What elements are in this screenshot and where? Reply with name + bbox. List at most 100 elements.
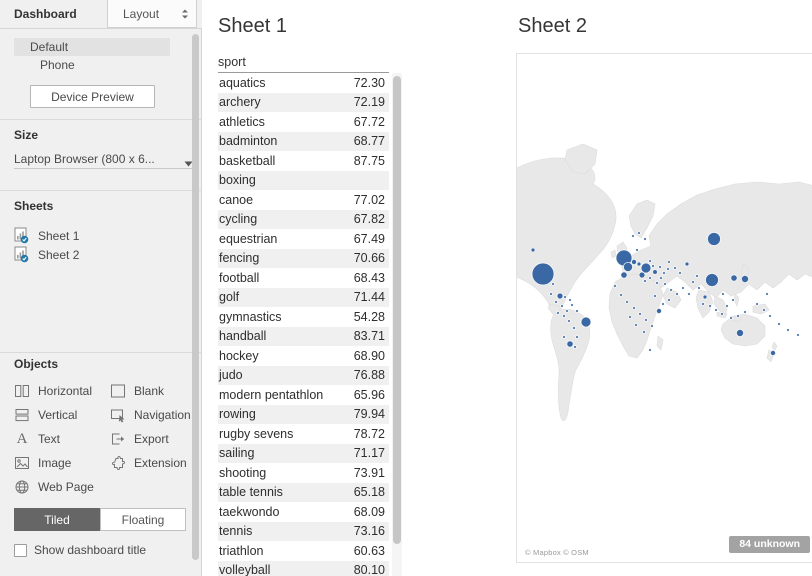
map-bubble[interactable] bbox=[778, 323, 781, 326]
map-bubble[interactable] bbox=[797, 334, 800, 337]
map-bubble[interactable] bbox=[652, 265, 655, 268]
tiled-button[interactable]: Tiled bbox=[14, 508, 100, 531]
map-bubble[interactable] bbox=[620, 294, 623, 297]
map-bubble[interactable] bbox=[679, 272, 682, 275]
table-row[interactable]: badminton68.77 bbox=[218, 132, 389, 152]
table-row[interactable]: volleyball80.10 bbox=[218, 561, 389, 576]
map-bubble[interactable] bbox=[668, 299, 671, 302]
map-bubble[interactable] bbox=[644, 238, 647, 241]
table-row[interactable]: sailing71.17 bbox=[218, 444, 389, 464]
checkbox-unchecked[interactable] bbox=[14, 544, 27, 557]
sport-column-header[interactable]: sport bbox=[218, 55, 389, 69]
map-bubble[interactable] bbox=[532, 263, 554, 285]
map-bubble[interactable] bbox=[563, 336, 566, 339]
table-scrollbar[interactable] bbox=[392, 73, 402, 576]
table-row[interactable]: handball83.71 bbox=[218, 327, 389, 347]
map-bubble[interactable] bbox=[731, 275, 737, 281]
map-bubble[interactable] bbox=[667, 268, 670, 271]
world-map[interactable]: © Mapbox © OSM 84 unknown bbox=[516, 53, 812, 563]
table-row[interactable]: boxing bbox=[218, 171, 389, 191]
table-row[interactable]: athletics67.72 bbox=[218, 112, 389, 132]
map-bubble[interactable] bbox=[715, 309, 718, 312]
map-bubble[interactable] bbox=[641, 263, 651, 273]
sidebar-scrollbar-thumb[interactable] bbox=[192, 34, 199, 560]
map-bubble[interactable] bbox=[682, 287, 685, 290]
map-bubble[interactable] bbox=[636, 249, 639, 252]
map-bubble[interactable] bbox=[571, 304, 574, 307]
map-bubble[interactable] bbox=[557, 312, 560, 315]
map-bubble[interactable] bbox=[737, 315, 740, 318]
map-bubble[interactable] bbox=[573, 327, 576, 330]
map-bubble[interactable] bbox=[763, 309, 766, 312]
map-bubble[interactable] bbox=[709, 305, 712, 308]
map-bubble[interactable] bbox=[688, 293, 691, 296]
map-bubble[interactable] bbox=[656, 282, 659, 285]
map-bubble[interactable] bbox=[567, 341, 573, 347]
object-vertical[interactable]: Vertical bbox=[14, 405, 77, 425]
map-bubble[interactable] bbox=[561, 305, 564, 308]
tab-layout[interactable]: Layout bbox=[107, 0, 197, 28]
map-bubble[interactable] bbox=[741, 275, 748, 282]
table-row[interactable]: cycling67.82 bbox=[218, 210, 389, 230]
map-bubble[interactable] bbox=[736, 329, 743, 336]
map-bubble[interactable] bbox=[629, 316, 632, 319]
object-text[interactable]: A Text bbox=[14, 429, 60, 449]
table-row[interactable]: tennis73.16 bbox=[218, 522, 389, 542]
table-row[interactable]: table tennis65.18 bbox=[218, 483, 389, 503]
map-bubble[interactable] bbox=[766, 293, 769, 296]
map-bubble[interactable] bbox=[639, 272, 645, 278]
table-row[interactable]: taekwondo68.09 bbox=[218, 502, 389, 522]
table-row[interactable]: football68.43 bbox=[218, 268, 389, 288]
map-bubble[interactable] bbox=[662, 303, 665, 306]
map-bubble[interactable] bbox=[787, 329, 790, 332]
object-blank[interactable]: Blank bbox=[110, 381, 164, 401]
sidebar-item-sheet2[interactable]: Sheet 2 bbox=[14, 245, 184, 264]
map-bubble[interactable] bbox=[644, 280, 647, 283]
map-bubble[interactable] bbox=[730, 317, 733, 320]
map-bubble[interactable] bbox=[623, 262, 632, 271]
map-bubble[interactable] bbox=[756, 303, 759, 306]
table-row[interactable]: gymnastics54.28 bbox=[218, 307, 389, 327]
device-phone-item[interactable]: Phone bbox=[40, 58, 75, 74]
map-bubble[interactable] bbox=[654, 295, 657, 298]
map-bubble[interactable] bbox=[569, 299, 572, 302]
map-bubble[interactable] bbox=[663, 272, 666, 275]
object-image[interactable]: Image bbox=[14, 453, 71, 473]
table-row[interactable]: equestrian67.49 bbox=[218, 229, 389, 249]
map-bubble[interactable] bbox=[614, 285, 617, 288]
size-dropdown[interactable]: Laptop Browser (800 x 6... bbox=[14, 149, 196, 169]
map-bubble[interactable] bbox=[721, 313, 724, 316]
table-row[interactable]: archery72.19 bbox=[218, 93, 389, 113]
map-bubble[interactable] bbox=[656, 308, 661, 313]
map-bubble[interactable] bbox=[581, 317, 591, 327]
map-bubble[interactable] bbox=[626, 301, 629, 304]
table-row[interactable]: canoe77.02 bbox=[218, 190, 389, 210]
table-row[interactable]: hockey68.90 bbox=[218, 346, 389, 366]
map-bubble[interactable] bbox=[660, 277, 663, 280]
table-row[interactable]: rugby sevens78.72 bbox=[218, 424, 389, 444]
map-attribution[interactable]: © Mapbox © OSM bbox=[525, 548, 589, 557]
map-bubble[interactable] bbox=[639, 313, 642, 316]
table-scrollbar-thumb[interactable] bbox=[393, 76, 401, 544]
object-navigation[interactable]: Navigation bbox=[110, 405, 191, 425]
map-bubble[interactable] bbox=[702, 303, 705, 306]
table-row[interactable]: fencing70.66 bbox=[218, 249, 389, 269]
device-preview-button[interactable]: Device Preview bbox=[30, 85, 155, 108]
device-default-item[interactable]: Default bbox=[14, 38, 170, 56]
sidebar-item-sheet1[interactable]: Sheet 1 bbox=[14, 226, 184, 245]
table-row[interactable]: rowing79.94 bbox=[218, 405, 389, 425]
map-bubble[interactable] bbox=[670, 289, 673, 292]
map-bubble[interactable] bbox=[732, 299, 735, 302]
map-bubble[interactable] bbox=[643, 331, 646, 334]
object-export[interactable]: Export bbox=[110, 429, 169, 449]
map-bubble[interactable] bbox=[722, 293, 725, 296]
map-bubble[interactable] bbox=[726, 305, 729, 308]
show-dashboard-title-checkbox-row[interactable]: Show dashboard title bbox=[14, 543, 146, 557]
map-bubble[interactable] bbox=[632, 235, 635, 238]
map-bubble[interactable] bbox=[698, 287, 701, 290]
map-bubble[interactable] bbox=[555, 301, 558, 304]
table-row[interactable]: judo76.88 bbox=[218, 366, 389, 386]
map-bubble[interactable] bbox=[649, 277, 652, 280]
map-bubble[interactable] bbox=[708, 233, 721, 246]
object-extension[interactable]: Extension bbox=[110, 453, 187, 473]
